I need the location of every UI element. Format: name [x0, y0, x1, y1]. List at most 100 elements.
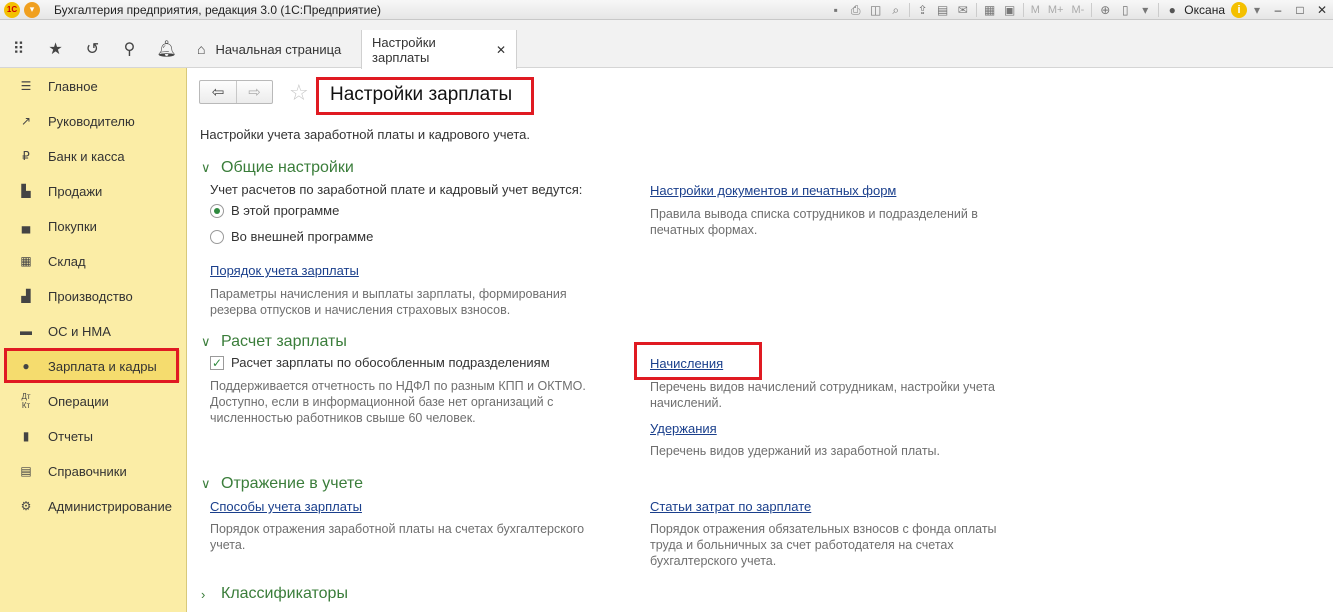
all-functions-icon[interactable]: ⠿ [0, 30, 37, 68]
sidebar-item-fixed-assets[interactable]: ▬ ОС и НМА [4, 315, 180, 347]
sidebar-item-operations[interactable]: Дт Кт Операции [4, 385, 180, 417]
chevron-down-icon: ∨ [201, 476, 211, 491]
sidebar-item-administration[interactable]: ⚙ Администрирование [4, 490, 180, 522]
toolbar-spacer [0, 20, 1333, 30]
memory-button[interactable]: M [1027, 4, 1044, 16]
accruals-link[interactable]: Начисления [650, 356, 723, 371]
preview-icon[interactable]: ◫ [866, 1, 886, 19]
tab-home[interactable]: ⌂ Начальная страница [187, 30, 359, 68]
sidebar-item-warehouse[interactable]: ▦ Склад [4, 245, 180, 277]
forward-arrow-icon[interactable]: ⇨ [236, 81, 272, 103]
window-title-bar: 1С ▾ Бухгалтерия предприятия, редакция 3… [0, 0, 1333, 20]
upload-icon[interactable]: ⇪ [913, 1, 933, 19]
checkbox[interactable]: ✓ [210, 355, 224, 370]
tab-home-label: Начальная страница [215, 41, 342, 57]
back-arrow-icon[interactable]: ⇦ [200, 81, 236, 103]
cart-icon: ▙ [21, 184, 31, 198]
app-logo-icon[interactable]: 1С [4, 1, 20, 18]
separate-divisions-checkbox-row[interactable]: ✓ Расчет зарплаты по обособленным подраз… [210, 355, 550, 370]
info-panel-icon[interactable]: ▯ [1115, 1, 1135, 19]
radio-button[interactable] [210, 203, 224, 218]
info-dropdown-icon[interactable]: ▾ [1247, 1, 1267, 19]
salary-order-link[interactable]: Порядок учета зарплаты [210, 263, 359, 278]
tabs-bar: ⌂ Начальная страница Настройки зарплаты … [187, 30, 1333, 69]
minimize-button[interactable]: – [1267, 1, 1289, 19]
salary-order-description: Параметры начисления и выплаты зарплаты,… [210, 287, 567, 317]
section-heading: Отражение в учете [221, 475, 363, 492]
accruals-description: Перечень видов начислений сотрудникам, н… [650, 380, 996, 410]
toolbar-divider [1091, 3, 1093, 17]
toolbar-divider [1158, 3, 1160, 17]
sidebar-item-sales[interactable]: ▙ Продажи [4, 175, 180, 207]
section-heading: Расчет зарплаты [221, 333, 347, 350]
search-icon[interactable]: ⚲ [111, 30, 148, 68]
dt-kt-icon: Дт Кт [21, 392, 31, 410]
title-bar-tools: ▪ ⎙ ◫ ⌕ ⇪ ▤ ✉ ▦ ▣ M M+ M- ⊕ ▯ ▾ ● Оксана… [826, 0, 1333, 20]
nav-buttons: ⇦ ⇨ [199, 80, 273, 104]
warehouse-icon: ▦ [20, 254, 32, 268]
close-tab-icon[interactable]: ✕ [496, 43, 506, 57]
scan-icon[interactable]: ▤ [933, 1, 953, 19]
sidebar-item-label: Склад [48, 253, 86, 269]
document-settings-link[interactable]: Настройки документов и печатных форм [650, 183, 896, 198]
section-classifiers[interactable]: › Классификаторы [201, 585, 348, 603]
sidebar-item-label: ОС и НМА [48, 323, 111, 339]
save-icon[interactable]: ▪ [826, 1, 846, 19]
chevron-down-icon: ∨ [201, 160, 211, 175]
section-general-settings[interactable]: ∨ Общие настройки [201, 159, 354, 177]
ruble-icon: ₽ [22, 149, 30, 163]
radio-selected-dot [214, 207, 220, 214]
sidebar-item-label: Справочники [48, 463, 127, 479]
calendar-icon[interactable]: ▣ [1000, 1, 1020, 19]
dropdown-icon[interactable]: ▾ [1135, 1, 1155, 19]
memory-minus-button[interactable]: M- [1067, 4, 1088, 16]
print-icon[interactable]: ⎙ [846, 1, 866, 19]
separate-divisions-description: Поддерживается отчетность по НДФЛ по раз… [210, 379, 586, 425]
user-name[interactable]: Оксана [1182, 3, 1231, 17]
sidebar-item-label: Покупки [48, 218, 97, 234]
truck-icon: ▄ [21, 219, 31, 233]
sidebar-item-label: Руководителю [48, 113, 135, 129]
favorites-star-icon[interactable]: ★ [37, 30, 74, 68]
zoom-in-icon[interactable]: ⊕ [1095, 1, 1115, 19]
sidebar-item-label: Продажи [48, 183, 103, 199]
sidebar-highlight-box [4, 348, 179, 383]
factory-icon: ▟ [21, 289, 31, 303]
car-icon: ▬ [20, 324, 32, 338]
sidebar-item-bank[interactable]: ₽ Банк и касса [4, 140, 180, 172]
chevron-right-icon: › [201, 586, 206, 602]
tab-salary-settings-label: Настройки зарплаты [372, 34, 436, 65]
page-subtitle: Настройки учета заработной платы и кадро… [200, 127, 530, 142]
notifications-bell-icon[interactable]: 🔔︎ [148, 30, 185, 68]
favorite-star-icon[interactable]: ☆ [289, 82, 309, 104]
calculator-icon[interactable]: ▦ [980, 1, 1000, 19]
salary-methods-link[interactable]: Способы учета зарплаты [210, 499, 362, 514]
section-salary-calculation[interactable]: ∨ Расчет зарплаты [201, 333, 347, 351]
info-icon[interactable]: i [1231, 2, 1247, 18]
radio-button[interactable] [210, 229, 224, 244]
sidebar-item-production[interactable]: ▟ Производство [4, 280, 180, 312]
sidebar-item-directories[interactable]: ▤ Справочники [4, 455, 180, 487]
bar-chart-icon: ▮ [22, 429, 30, 443]
email-icon[interactable]: ✉ [953, 1, 973, 19]
maximize-button[interactable]: □ [1289, 1, 1311, 19]
main-menu-icon[interactable]: ▾ [24, 1, 40, 18]
deductions-link[interactable]: Удержания [650, 421, 717, 436]
sidebar-item-reports[interactable]: ▮ Отчеты [4, 420, 180, 452]
history-icon[interactable]: ↺ [74, 30, 111, 68]
close-window-button[interactable]: ✕ [1311, 1, 1333, 19]
sidebar-item-management[interactable]: ↗ Руководителю [4, 105, 180, 137]
cost-items-link[interactable]: Статьи затрат по зарплате [650, 499, 811, 514]
chevron-down-icon: ∨ [201, 334, 211, 349]
tab-salary-settings[interactable]: Настройки зарплаты ✕ [361, 30, 517, 69]
memory-plus-button[interactable]: M+ [1044, 4, 1068, 16]
gear-icon: ⚙ [20, 499, 32, 513]
radio-external-program[interactable]: Во внешней программе [210, 229, 373, 244]
sidebar-item-main[interactable]: ☰ Главное [4, 70, 180, 102]
page-title: Настройки зарплаты [330, 84, 513, 105]
sidebar-item-purchases[interactable]: ▄ Покупки [4, 210, 180, 242]
sidebar-item-label: Главное [48, 78, 98, 94]
find-icon[interactable]: ⌕ [886, 1, 906, 19]
section-accounting-reflection[interactable]: ∨ Отражение в учете [201, 475, 363, 493]
radio-this-program[interactable]: В этой программе [210, 203, 339, 218]
